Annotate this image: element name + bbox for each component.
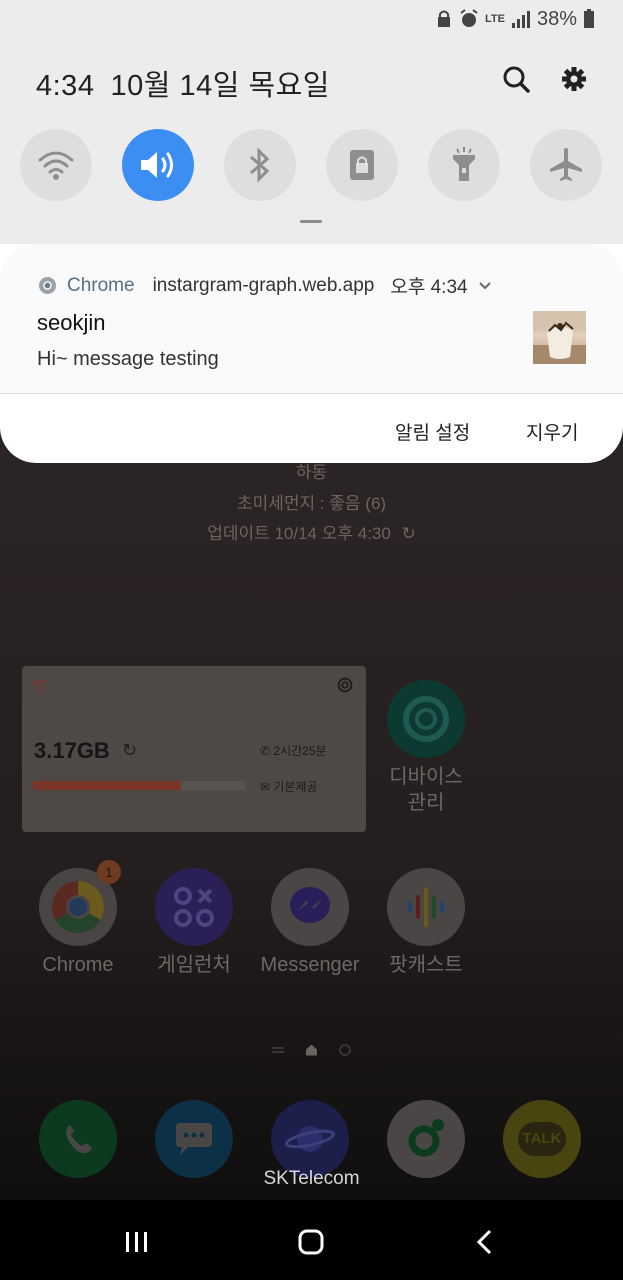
app-messenger[interactable]: Messenger — [252, 868, 368, 978]
notification-site: instargram-graph.web.app — [152, 274, 375, 296]
kakaotalk-bubble: TALK — [518, 1122, 566, 1156]
signal-icon — [511, 11, 530, 28]
home-list-icon — [272, 1047, 284, 1053]
recent-apps-icon — [126, 1232, 147, 1252]
bluetooth-toggle[interactable] — [224, 129, 296, 201]
gear-icon — [562, 67, 586, 91]
kakaotalk-icon: TALK — [503, 1100, 581, 1178]
carrier-label: SKTelecom — [263, 1168, 360, 1189]
dock-phone[interactable] — [20, 1100, 136, 1178]
notification-badge: 1 — [97, 860, 121, 884]
app-podcast[interactable]: 팟캐스트 — [368, 868, 484, 978]
notification-settings-button[interactable]: 알림 설정 — [395, 418, 470, 445]
notification-time: 오후 4:34 — [390, 277, 468, 298]
datetime: 4:34 10월 14일 목요일 — [36, 62, 330, 104]
quick-toggles — [20, 129, 604, 201]
refresh-icon: ↻ — [401, 524, 416, 543]
call-time: ✆ 2시간25분 — [260, 742, 327, 759]
recent-apps-button[interactable] — [117, 1224, 157, 1260]
dock-kakaotalk[interactable]: TALK — [484, 1100, 600, 1178]
messages-icon — [155, 1100, 233, 1178]
quick-panel: LTE 38% 4:34 10월 14일 목요일 — [0, 0, 623, 245]
weather-updated: 업데이트 10/14 오후 4:30 ↻ — [0, 519, 623, 544]
sms-info: ✉ 기본제공 — [260, 778, 318, 795]
device-care-icon — [387, 680, 465, 758]
game-launcher-icon — [155, 868, 233, 946]
flashlight-icon — [453, 147, 475, 181]
call-time-text: 2시간25분 — [273, 744, 327, 758]
dock-messages[interactable] — [136, 1100, 252, 1178]
app-label: Messenger — [260, 954, 360, 976]
internet-icon — [271, 1100, 349, 1178]
sound-toggle[interactable] — [122, 129, 194, 201]
app-label: 디바이스 관리 — [389, 766, 463, 814]
data-usage-fill — [33, 781, 182, 790]
app-label: Chrome — [42, 954, 114, 976]
app-label: 게임런처 — [157, 954, 231, 976]
notification-title: seokjin — [37, 310, 106, 335]
camera-icon — [387, 1100, 465, 1178]
rotation-lock-icon — [350, 150, 374, 180]
airplane-mode-toggle[interactable] — [530, 129, 602, 201]
airplane-icon — [550, 148, 582, 181]
page-dot-icon — [339, 1044, 351, 1056]
notification-header: Chrome instargram-graph.web.app 오후 4:34 — [38, 272, 492, 299]
wifi-icon — [38, 151, 74, 180]
do-not-disturb-icon — [438, 10, 450, 27]
page-indicator — [0, 1044, 623, 1056]
divider — [0, 393, 623, 394]
battery-percent: 38% — [536, 7, 577, 30]
battery-icon — [584, 9, 594, 28]
app-label: 팟캐스트 — [389, 954, 463, 976]
telecom-logo-icon: ፐ — [32, 676, 45, 696]
dock-camera[interactable] — [368, 1100, 484, 1178]
clear-notification-button[interactable]: 지우기 — [526, 418, 578, 445]
search-button[interactable] — [499, 62, 533, 96]
bluetooth-icon — [250, 147, 270, 183]
sound-icon — [141, 152, 173, 178]
wifi-toggle[interactable] — [20, 129, 92, 201]
app-device-care[interactable]: 디바이스 관리 — [368, 680, 484, 816]
app-chrome[interactable]: 1 Chrome — [20, 860, 136, 978]
app-game-launcher[interactable]: 게임런처 — [136, 868, 252, 978]
notification-thumbnail — [533, 311, 586, 364]
widget-settings-icon[interactable] — [334, 674, 356, 696]
status-bar: LTE 38% — [435, 6, 595, 32]
notification-message: Hi~ message testing — [37, 348, 219, 370]
phone-icon — [39, 1100, 117, 1178]
flashlight-toggle[interactable] — [428, 129, 500, 201]
notification-card[interactable]: Chrome instargram-graph.web.app 오후 4:34 … — [0, 244, 623, 463]
widget-refresh-icon[interactable]: ↻ — [122, 740, 137, 761]
phone-icon: ✆ — [260, 744, 274, 758]
home-button[interactable] — [291, 1224, 331, 1260]
back-button[interactable] — [465, 1224, 505, 1260]
chrome-icon — [38, 276, 57, 295]
dock-internet[interactable] — [252, 1100, 368, 1178]
data-usage-widget[interactable]: ፐ 3.17GB ↻ ✆ 2시간25분 ✉ 기본제공 — [22, 666, 366, 832]
clock-date: 10월 14일 목요일 — [110, 70, 330, 102]
alarm-icon — [460, 9, 478, 27]
home-icon — [298, 1229, 324, 1255]
rotation-lock-toggle[interactable] — [326, 129, 398, 201]
navigation-bar — [0, 1200, 623, 1280]
back-icon — [476, 1229, 492, 1255]
settings-button[interactable] — [557, 62, 591, 96]
search-icon — [503, 66, 530, 93]
clock-time: 4:34 — [36, 70, 95, 102]
chevron-down-icon[interactable] — [478, 275, 492, 297]
data-usage-bar — [33, 781, 245, 790]
mail-icon: ✉ — [260, 780, 274, 794]
podcast-icon — [387, 868, 465, 946]
notification-app-name: Chrome — [67, 274, 135, 296]
sms-text: 기본제공 — [273, 780, 318, 794]
home-page-icon — [306, 1044, 317, 1056]
fine-dust-status: 초미세먼지 : 좋음 (6) — [236, 494, 387, 513]
panel-drag-handle[interactable] — [300, 220, 322, 223]
notification-content[interactable]: Chrome instargram-graph.web.app 오후 4:34 … — [0, 244, 623, 394]
weather-updated-text: 업데이트 10/14 오후 4:30 — [207, 524, 391, 543]
messenger-icon — [271, 868, 349, 946]
data-remaining: 3.17GB — [34, 738, 110, 763]
chrome-icon: 1 — [39, 860, 121, 946]
network-type: LTE — [485, 13, 505, 25]
